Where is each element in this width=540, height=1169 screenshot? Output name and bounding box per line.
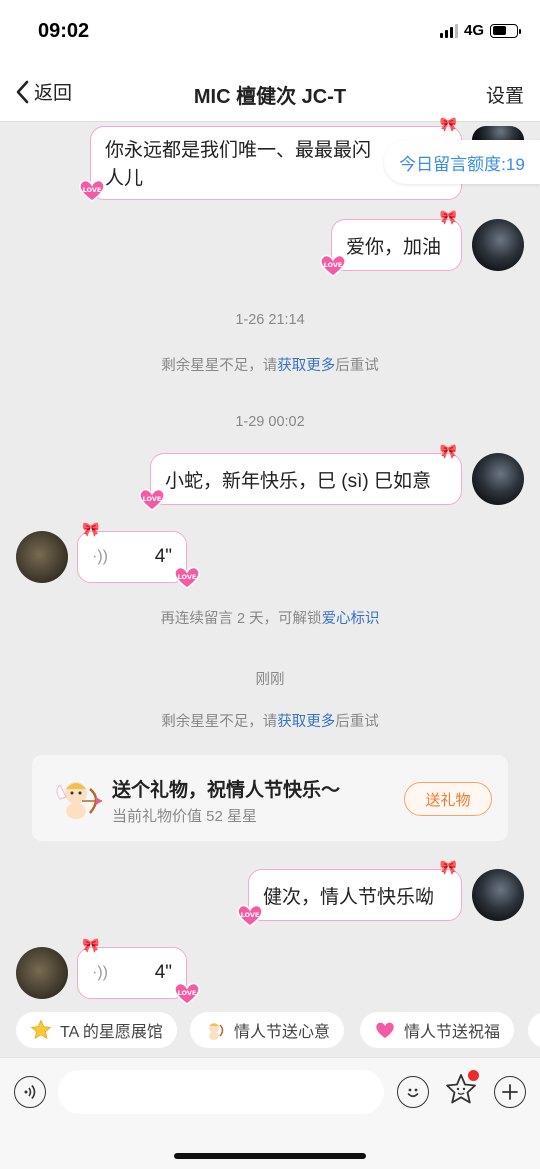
message-quota-badge[interactable]: 今日留言额度:19 — [384, 140, 540, 184]
message-input[interactable] — [58, 1070, 384, 1114]
star-icon — [30, 1019, 52, 1041]
system-notice: 剩余星星不足，请获取更多后重试 — [161, 714, 379, 730]
bow-icon: 🎀 — [439, 859, 457, 875]
voice-wave-icon — [24, 1085, 36, 1099]
timestamp: 1-26 21:14 — [235, 312, 305, 328]
gift-title: 送个礼物，祝情人节快乐～ — [112, 780, 341, 801]
send-gift-button[interactable]: 送礼物 — [404, 782, 492, 816]
love-sticker-icon — [174, 982, 200, 1005]
heart-icon — [374, 1019, 396, 1041]
home-indicator — [174, 1153, 366, 1159]
chip-more[interactable] — [528, 1012, 540, 1048]
chip-valentine-gift[interactable]: 情人节送心意 — [190, 1012, 345, 1048]
status-time: 09:02 — [38, 20, 90, 42]
page-title: MIC 檀健次 JC-T — [193, 86, 347, 108]
add-button[interactable] — [494, 1076, 526, 1108]
bow-icon: 🎀 — [439, 209, 457, 225]
settings-button[interactable]: 设置 — [486, 81, 524, 108]
gift-card: 送个礼物，祝情人节快乐～ 当前礼物价值 52 星星 送礼物 — [32, 755, 508, 841]
chip-label: 情人节送祝福 — [404, 1024, 501, 1041]
chip-star-wish-gallery[interactable]: TA 的星愿展馆 — [16, 1012, 177, 1048]
status-bar: 09:02 4G — [0, 0, 540, 64]
other-avatar[interactable] — [16, 531, 68, 583]
star-button[interactable] — [443, 1070, 479, 1108]
cupid-icon — [204, 1019, 226, 1041]
bow-icon: 🎀 — [82, 521, 100, 537]
timestamp: 1-29 00:02 — [235, 414, 305, 430]
voice-message-bubble[interactable]: 🎀 ·)) 4" — [77, 938, 200, 1005]
signal-icon — [439, 23, 458, 38]
network-type: 4G — [463, 22, 484, 39]
chip-label: TA 的星愿展馆 — [60, 1024, 163, 1041]
battery-icon — [490, 23, 521, 38]
chip-valentine-wishes[interactable]: 情人节送祝福 — [360, 1012, 515, 1048]
my-message-bubble[interactable]: 🎀 爱你，加油 — [320, 210, 462, 277]
gift-value: 当前礼物价值 52 星星 — [112, 808, 258, 825]
quick-actions-bar: TA 的星愿展馆 情人节送心意 情人节送祝福 — [0, 1005, 540, 1057]
love-sticker-icon — [174, 566, 200, 589]
my-avatar[interactable] — [472, 219, 524, 271]
bow-icon: 🎀 — [439, 443, 457, 459]
voice-message-bubble[interactable]: 🎀 ·)) 4" — [77, 522, 200, 589]
love-sticker-icon — [139, 488, 165, 511]
bow-icon: 🎀 — [439, 116, 457, 132]
my-avatar[interactable] — [472, 869, 524, 921]
message-text: 健次，情人节快乐呦 — [263, 886, 435, 908]
system-notice: 再连续留言 2 天，可解锁爱心标识 — [160, 611, 380, 627]
notification-dot — [468, 1070, 479, 1081]
love-sticker-icon — [320, 254, 346, 277]
get-more-link[interactable]: 获取更多 — [277, 358, 335, 374]
message-text: 小蛇，新年快乐，巳 (sì) 巳如意 — [165, 470, 431, 492]
chip-label: 情人节送心意 — [234, 1024, 331, 1041]
nav-bar: 返回 MIC 檀健次 JC-T 设置 — [0, 64, 540, 122]
emoji-button[interactable] — [397, 1076, 429, 1108]
bow-icon: 🎀 — [82, 937, 100, 953]
plus-icon — [502, 1084, 518, 1100]
get-more-link[interactable]: 获取更多 — [277, 714, 335, 730]
status-icons: 4G — [439, 22, 521, 39]
message-text: 爱你，加油 — [346, 236, 442, 258]
voice-duration: 4" — [154, 962, 172, 983]
my-avatar[interactable] — [472, 453, 524, 505]
timestamp: 刚刚 — [255, 672, 285, 688]
system-notice: 剩余星星不足，请获取更多后重试 — [161, 358, 379, 374]
input-bar — [0, 1057, 540, 1169]
smiley-icon — [407, 1088, 419, 1098]
cupid-icon — [56, 782, 102, 819]
voice-duration: 4" — [154, 546, 172, 567]
my-message-bubble[interactable]: 🎀 小蛇，新年快乐，巳 (sì) 巳如意 — [139, 444, 462, 511]
love-badge-link[interactable]: 爱心标识 — [322, 611, 380, 627]
voice-input-button[interactable] — [14, 1076, 46, 1108]
other-avatar[interactable] — [16, 947, 68, 999]
love-sticker-icon — [79, 179, 105, 202]
voice-wave-icon: ·)) — [92, 964, 108, 981]
voice-wave-icon: ·)) — [92, 548, 108, 565]
my-message-bubble[interactable]: 🎀 健次，情人节快乐呦 — [237, 860, 462, 927]
love-sticker-icon — [237, 904, 263, 927]
my-avatar[interactable] — [472, 126, 524, 140]
